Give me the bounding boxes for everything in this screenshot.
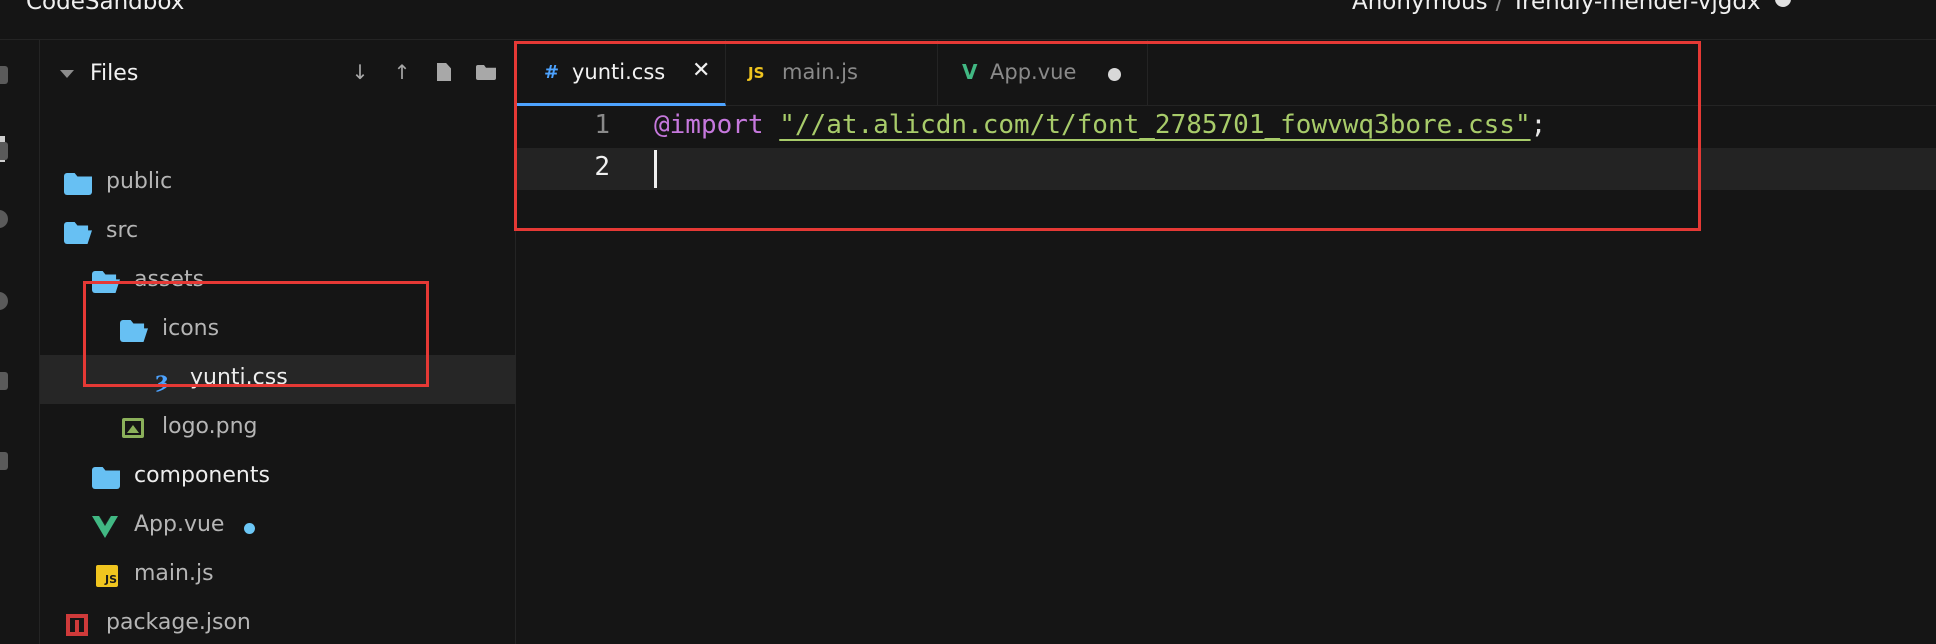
explorer-title: Files xyxy=(90,61,139,86)
tree-item-package-json[interactable]: package.json xyxy=(40,600,516,644)
tree-item-logo-png[interactable]: logo.png xyxy=(40,404,516,453)
unsaved-dot-icon[interactable] xyxy=(1108,68,1121,81)
breadcrumb-separator: / xyxy=(1495,0,1504,15)
tree-item-label: components xyxy=(134,463,270,488)
folder-icon xyxy=(92,467,120,489)
line-text[interactable]: @import "//at.alicdn.com/t/font_2785701_… xyxy=(654,110,1546,140)
owner-name[interactable]: Anonymous xyxy=(1352,0,1488,15)
file-explorer: Files ↓ ↑ public src assets icons ȝ yunt… xyxy=(40,40,516,644)
tree-item-label: public xyxy=(106,169,173,194)
js-file-icon: JS xyxy=(96,565,118,587)
tree-item-yunti-css[interactable]: ȝ yunti.css xyxy=(40,355,516,404)
tab-yunti-css[interactable]: # yunti.css ✕ xyxy=(516,40,726,106)
tree-item-assets[interactable]: assets xyxy=(40,257,516,306)
modified-indicator xyxy=(244,523,255,534)
sandbox-name[interactable]: Trendly-mender-vjgdx xyxy=(1511,0,1760,15)
folder-open-icon xyxy=(64,222,92,244)
tree-item-label: icons xyxy=(162,316,220,341)
tree-item-app-vue[interactable]: App.vue xyxy=(40,502,516,551)
close-icon[interactable]: ✕ xyxy=(692,58,710,83)
css-file-icon: ȝ xyxy=(155,367,169,393)
tree-item-src[interactable]: src xyxy=(40,208,516,257)
deploy-icon[interactable] xyxy=(0,372,8,390)
tree-item-label: logo.png xyxy=(162,414,258,439)
code-line-current[interactable]: 2 xyxy=(516,148,1936,190)
punct-token: ; xyxy=(1530,110,1547,140)
tree-item-label: src xyxy=(106,218,139,243)
tree-item-label: yunti.css xyxy=(190,365,288,390)
tree-item-label: App.vue xyxy=(134,512,225,537)
activity-bar xyxy=(0,40,40,644)
tab-app-vue[interactable]: V App.vue xyxy=(938,40,1148,106)
app-brand[interactable]: CodeSandbox xyxy=(26,0,184,15)
line-number: 2 xyxy=(594,152,610,182)
code-editor: # yunti.css ✕ JS main.js V App.vue 1 @im… xyxy=(516,40,1936,644)
new-file-icon[interactable] xyxy=(432,60,456,84)
code-line[interactable]: 1 @import "//at.alicdn.com/t/font_278570… xyxy=(516,106,1936,148)
folder-open-icon xyxy=(92,271,120,293)
github-icon[interactable] xyxy=(0,452,8,470)
editor-tabs: # yunti.css ✕ JS main.js V App.vue xyxy=(516,40,1936,106)
npm-file-icon xyxy=(66,614,88,636)
code-area[interactable]: 1 @import "//at.alicdn.com/t/font_278570… xyxy=(516,106,1936,190)
tree-item-label: main.js xyxy=(134,561,214,586)
tree-item-label: package.json xyxy=(106,610,251,635)
string-token[interactable]: "//at.alicdn.com/t/font_2785701_fowvwq3b… xyxy=(779,110,1530,140)
tab-label: App.vue xyxy=(990,60,1077,84)
globe-icon[interactable] xyxy=(1774,0,1791,7)
tab-label: yunti.css xyxy=(572,60,666,84)
folder-open-icon xyxy=(120,320,148,342)
folder-icon xyxy=(64,173,92,195)
tree-item-label: assets xyxy=(134,267,205,292)
upload-icon[interactable]: ↑ xyxy=(390,60,414,84)
tree-item-main-js[interactable]: JS main.js xyxy=(40,551,516,600)
hash-icon: # xyxy=(544,62,560,83)
explorer-header[interactable]: Files ↓ ↑ xyxy=(40,40,515,110)
text-cursor xyxy=(654,150,657,188)
new-folder-icon[interactable] xyxy=(474,60,498,84)
info-icon[interactable] xyxy=(0,66,8,84)
vue-icon: V xyxy=(962,60,978,84)
keyword-token: @import xyxy=(654,110,764,140)
chevron-down-icon[interactable] xyxy=(60,70,74,78)
tree-item-icons[interactable]: icons xyxy=(40,306,516,355)
image-file-icon xyxy=(122,418,144,438)
vue-file-icon xyxy=(92,516,118,538)
files-icon[interactable] xyxy=(0,142,8,160)
tab-main-js[interactable]: JS main.js xyxy=(726,40,938,106)
js-icon: JS xyxy=(748,64,765,82)
tree-item-public[interactable]: public xyxy=(40,159,516,208)
tab-label: main.js xyxy=(782,60,858,84)
explorer-actions: ↓ ↑ xyxy=(348,60,498,84)
top-bar: CodeSandbox Anonymous / Trendly-mender-vjg… xyxy=(0,0,1936,40)
line-number: 1 xyxy=(594,110,610,140)
settings-icon[interactable] xyxy=(0,292,8,310)
sandbox-breadcrumb: Anonymous / Trendly-mender-vjgdx xyxy=(1352,0,1791,15)
tree-item-components[interactable]: components xyxy=(40,453,516,502)
search-icon[interactable] xyxy=(0,210,8,228)
download-icon[interactable]: ↓ xyxy=(348,60,372,84)
